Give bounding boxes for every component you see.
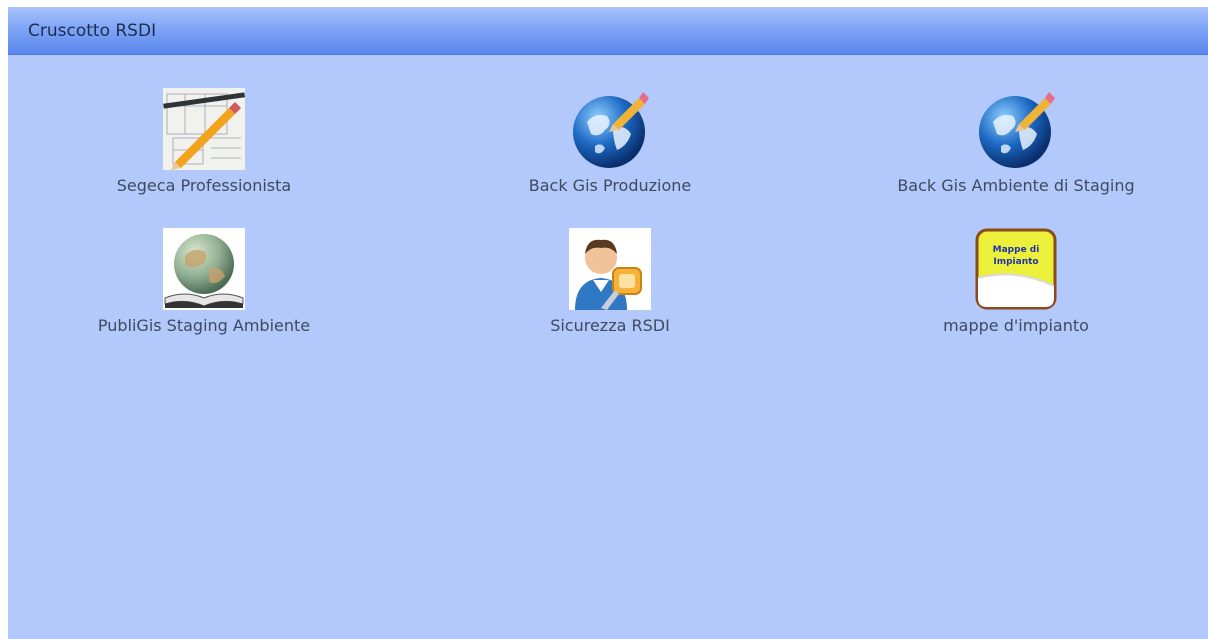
blueprint-pencil-icon bbox=[163, 88, 245, 170]
tile-mappe-d-impianto[interactable]: Mappe di Impianto mappe d'impianto bbox=[856, 228, 1176, 335]
globe-pencil-icon bbox=[979, 92, 1055, 168]
svg-text:Impianto: Impianto bbox=[993, 257, 1038, 267]
tile-label: Sicurezza RSDI bbox=[550, 316, 670, 335]
mappe-di-impianto-icon: Mappe di Impianto bbox=[975, 228, 1057, 310]
tile-back-gis-ambiente-di-staging[interactable]: Back Gis Ambiente di Staging bbox=[856, 88, 1176, 195]
dashboard-title: Cruscotto RSDI bbox=[28, 21, 157, 41]
tile-label: Back Gis Produzione bbox=[528, 176, 692, 195]
tile-label: mappe d'impianto bbox=[943, 316, 1089, 335]
tile-label: Segeca Professionista bbox=[116, 176, 292, 195]
globe-pencil-icon bbox=[573, 92, 649, 168]
dashboard-panel: Cruscotto RSDI Segeca Professionista Bac… bbox=[8, 7, 1208, 639]
tile-label: Back Gis Ambiente di Staging bbox=[897, 176, 1135, 195]
globe-book-icon bbox=[163, 228, 245, 310]
tile-back-gis-produzione[interactable]: Back Gis Produzione bbox=[450, 88, 770, 195]
tile-label: PubliGis Staging Ambiente bbox=[97, 316, 311, 335]
svg-text:Mappe di: Mappe di bbox=[993, 245, 1040, 255]
tile-segeca-professionista[interactable]: Segeca Professionista bbox=[44, 88, 364, 195]
user-key-icon bbox=[569, 228, 651, 310]
dashboard-header: Cruscotto RSDI bbox=[8, 7, 1208, 55]
tile-publigis-staging-ambiente[interactable]: PubliGis Staging Ambiente bbox=[44, 228, 364, 335]
tile-sicurezza-rsdi[interactable]: Sicurezza RSDI bbox=[450, 228, 770, 335]
